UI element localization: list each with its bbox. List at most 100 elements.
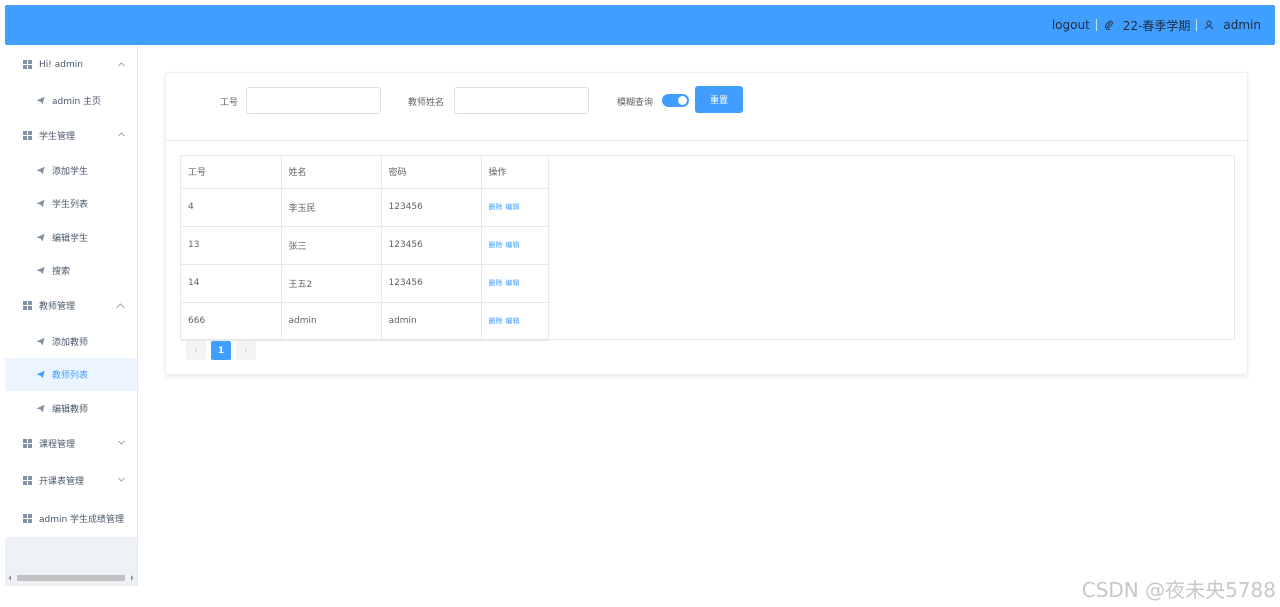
grid-icon	[23, 438, 32, 448]
scrollbar-thumb[interactable]	[17, 575, 125, 581]
send-icon	[36, 337, 45, 345]
cell-name: 王五2	[281, 264, 382, 303]
sidebar: Hi! admin admin 主页 学生管理 添加学生 学生列表 编辑学生 搜…	[5, 46, 138, 586]
grid-icon	[23, 475, 32, 485]
username[interactable]: admin	[1223, 18, 1261, 32]
table-row: 14 王五2 123456 删除 编辑	[181, 264, 549, 303]
sidebar-item-add-teacher[interactable]: 添加教师	[5, 324, 137, 358]
cell-actions: 删除 编辑	[481, 264, 549, 303]
menu-group-student-management[interactable]: 学生管理	[5, 117, 137, 153]
menu-group-grade-management[interactable]: admin 学生成绩管理	[5, 499, 137, 537]
next-page-button[interactable]: ›	[236, 341, 256, 360]
menu-label: 编辑学生	[52, 233, 89, 244]
send-icon	[36, 404, 45, 412]
prev-page-button[interactable]: ‹	[186, 341, 206, 360]
cell-password: admin	[381, 302, 482, 341]
teacher-id-label: 工号	[220, 98, 239, 108]
grid-icon	[23, 513, 32, 523]
cell-name: 李玉民	[281, 188, 382, 227]
column-header-name: 姓名	[281, 156, 382, 189]
sidebar-item-admin-home[interactable]: admin 主页	[5, 83, 137, 117]
scroll-left-icon[interactable]	[7, 574, 13, 582]
header-right: logout 22-春季学期 admin	[1052, 5, 1261, 45]
teacher-id-input[interactable]	[246, 87, 381, 114]
menu-label: 编辑教师	[52, 404, 89, 415]
cell-actions: 删除 编辑	[481, 302, 549, 341]
delete-link[interactable]: 删除	[489, 279, 503, 287]
table-row: 4 李玉民 123456 删除 编辑	[181, 188, 549, 227]
cell-password: 123456	[381, 188, 482, 227]
send-icon	[36, 166, 45, 174]
user-icon	[1203, 19, 1215, 31]
grid-icon	[23, 60, 32, 69]
menu-label: 搜索	[52, 267, 71, 277]
delete-link[interactable]: 删除	[489, 317, 503, 325]
teacher-name-label: 教师姓名	[408, 98, 445, 108]
menu-group-course-management[interactable]: 课程管理	[5, 425, 137, 461]
fuzzy-search-toggle[interactable]	[662, 94, 689, 107]
column-header-actions: 操作	[481, 156, 549, 189]
delete-link[interactable]: 删除	[489, 203, 503, 211]
edit-link[interactable]: 编辑	[505, 241, 519, 249]
divider	[1095, 19, 1097, 31]
chevron-down-icon	[118, 477, 125, 482]
chevron-down-icon	[118, 440, 125, 445]
send-icon	[36, 233, 45, 241]
table-header-row: 工号 姓名 密码 操作	[181, 156, 549, 189]
chevron-up-icon	[118, 132, 125, 137]
menu-label: 学生列表	[52, 200, 89, 210]
edit-link[interactable]: 编辑	[505, 279, 519, 287]
table-row: 666 admin admin 删除 编辑	[181, 302, 549, 341]
sidebar-item-student-list[interactable]: 学生列表	[5, 187, 137, 220]
column-header-id: 工号	[181, 156, 282, 189]
grid-icon	[23, 130, 32, 140]
menu-group-teacher-management[interactable]: 教师管理	[5, 287, 137, 324]
scroll-right-icon[interactable]	[129, 574, 135, 582]
menu-group-hi-admin[interactable]: Hi! admin	[5, 46, 137, 83]
chevron-up-icon	[118, 61, 125, 66]
cell-actions: 删除 编辑	[481, 188, 549, 227]
cell-id: 14	[181, 264, 282, 303]
menu-label: Hi! admin	[39, 59, 83, 70]
cell-actions: 删除 编辑	[481, 226, 549, 265]
sidebar-item-add-student[interactable]: 添加学生	[5, 153, 137, 187]
top-header: logout 22-春季学期 admin	[5, 5, 1275, 45]
chevron-up-icon	[116, 302, 125, 308]
cell-password: 123456	[381, 226, 482, 265]
send-icon	[36, 199, 45, 208]
send-icon	[36, 370, 45, 379]
cell-id: 666	[181, 302, 282, 341]
delete-link[interactable]: 删除	[489, 241, 503, 249]
page-number-button[interactable]: 1	[211, 341, 231, 360]
reset-button[interactable]: 重置	[695, 86, 743, 113]
grid-icon	[23, 301, 32, 310]
teacher-table: 工号 姓名 密码 操作 4 李玉民 123456 删除 编辑 13 张三 123…	[180, 155, 1235, 341]
send-icon	[36, 266, 45, 275]
cell-id: 13	[181, 226, 282, 265]
sidebar-item-edit-teacher[interactable]: 编辑教师	[5, 391, 137, 425]
sidebar-item-search[interactable]: 搜索	[5, 254, 137, 287]
edit-link[interactable]: 编辑	[505, 203, 519, 211]
cell-password: 123456	[381, 264, 482, 303]
sidebar-item-edit-student[interactable]: 编辑学生	[5, 220, 137, 254]
table-row: 13 张三 123456 删除 编辑	[181, 226, 549, 265]
pagination: ‹ 1 ›	[186, 341, 256, 360]
cell-id: 4	[181, 188, 282, 227]
cell-name: admin	[281, 302, 382, 341]
menu-label: admin 学生成绩管理	[39, 514, 125, 525]
edit-link[interactable]: 编辑	[505, 317, 519, 325]
fuzzy-search-label: 模糊查询	[617, 98, 654, 108]
logout-link[interactable]: logout	[1052, 18, 1090, 32]
sidebar-menu: Hi! admin admin 主页 学生管理 添加学生 学生列表 编辑学生 搜…	[5, 46, 137, 537]
paperclip-icon	[1103, 19, 1115, 31]
menu-label: 开课表管理	[39, 476, 85, 487]
sidebar-horizontal-scrollbar[interactable]	[5, 574, 137, 582]
menu-label: 学生管理	[39, 131, 76, 142]
teacher-name-input[interactable]	[454, 87, 589, 114]
menu-group-schedule-management[interactable]: 开课表管理	[5, 461, 137, 499]
sidebar-item-teacher-list[interactable]: 教师列表	[5, 358, 137, 391]
send-icon	[36, 96, 45, 104]
menu-label: 教师列表	[52, 371, 89, 381]
term-label[interactable]: 22-春季学期	[1123, 17, 1191, 34]
cell-name: 张三	[281, 226, 382, 265]
